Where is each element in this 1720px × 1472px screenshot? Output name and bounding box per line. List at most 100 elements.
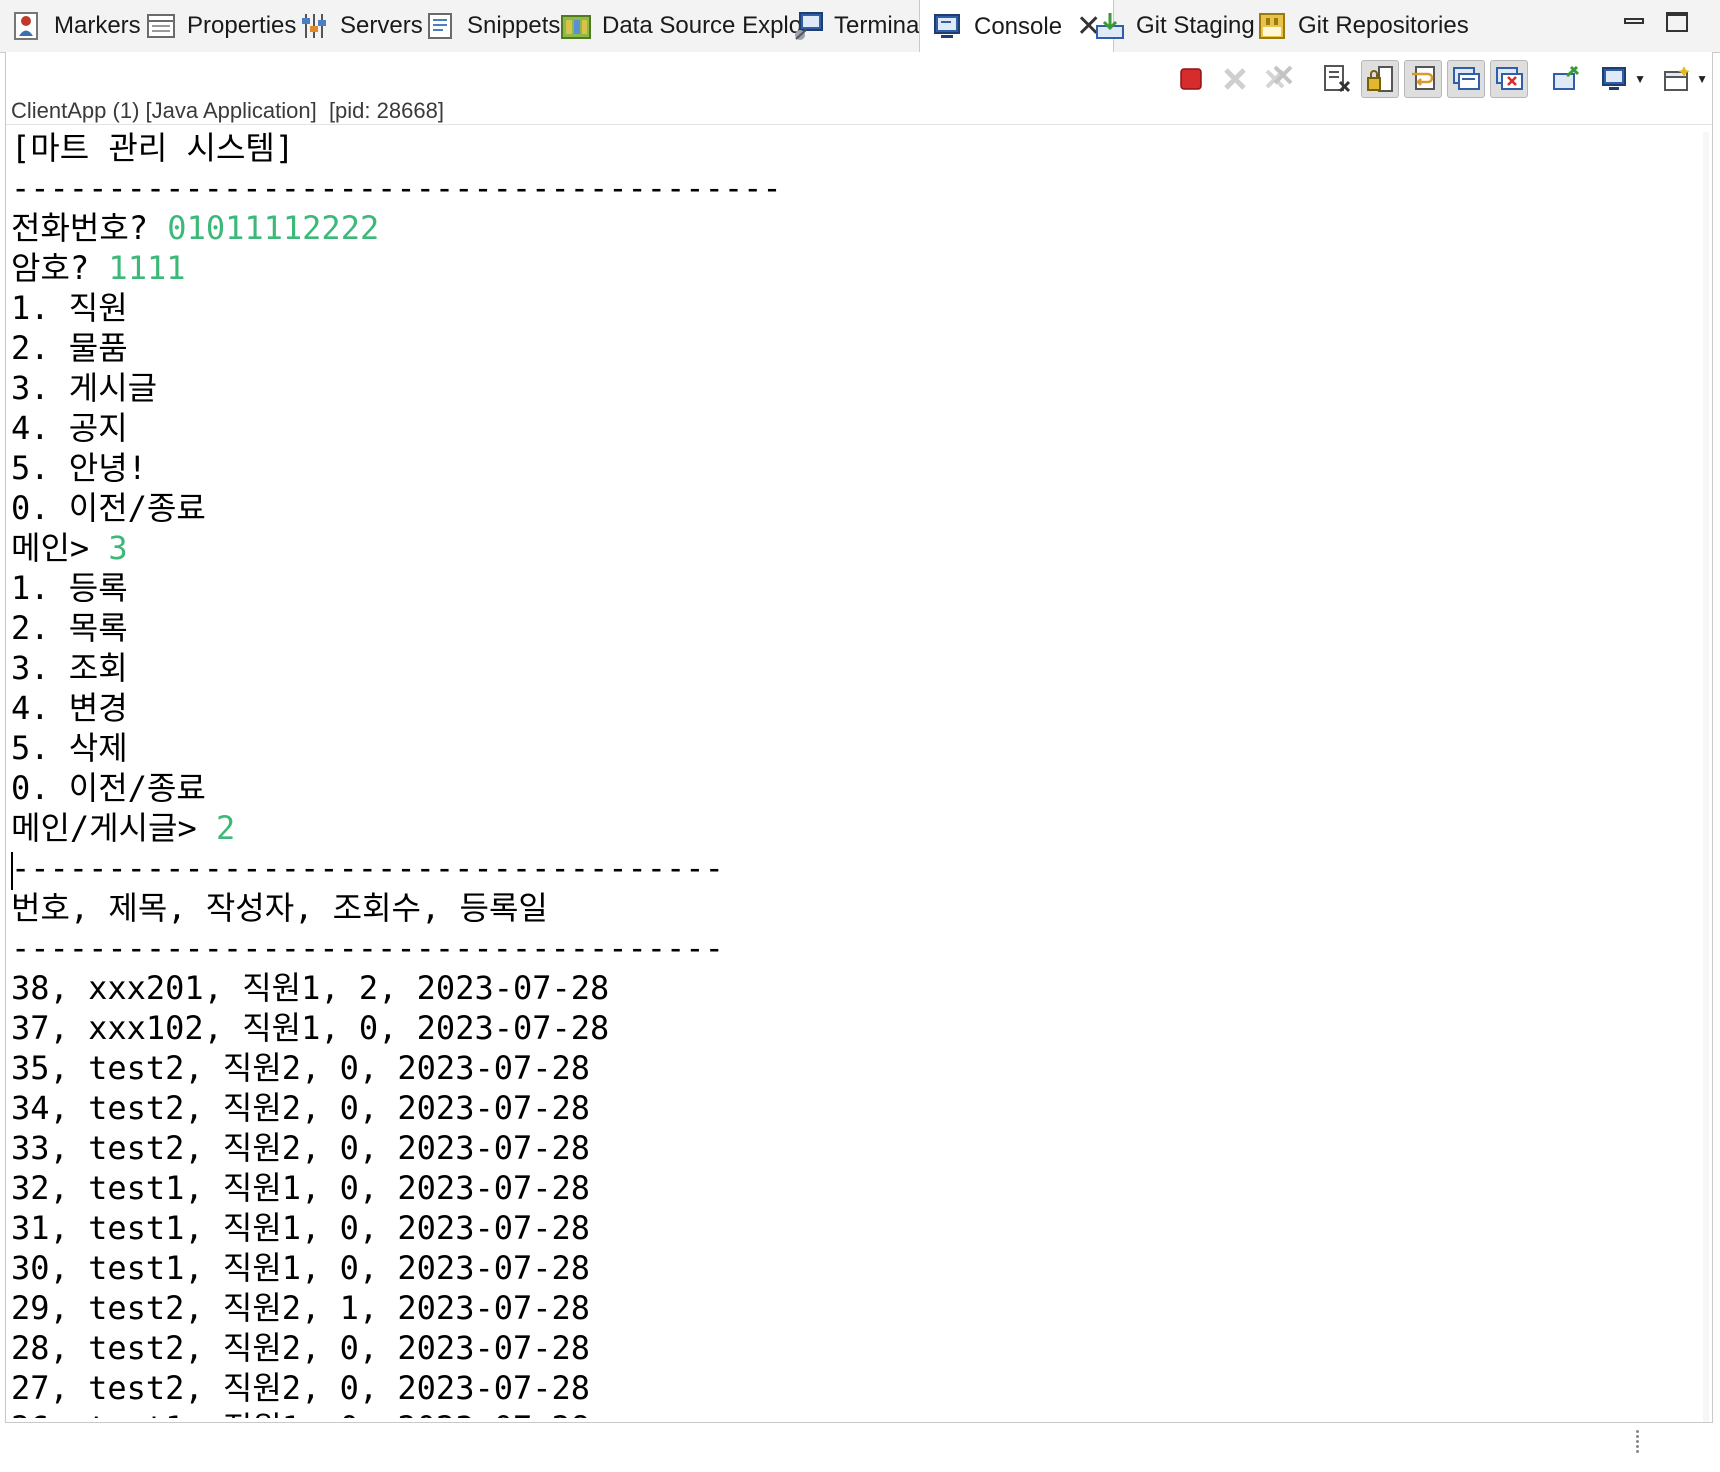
- console-text: 28, test2, 직원2, 0, 2023-07-28: [11, 1329, 591, 1367]
- console-text: 37, xxx102, 직원1, 0, 2023-07-28: [11, 1009, 610, 1047]
- console-text: 5. 안녕!: [11, 449, 147, 487]
- tab-properties[interactable]: Properties: [145, 0, 296, 52]
- chevron-down-icon[interactable]: ▼: [1696, 72, 1708, 86]
- data-source-explorer-icon: [560, 10, 592, 42]
- console-line: 3. 게시글: [11, 368, 1701, 408]
- console-text: 38, xxx201, 직원1, 2, 2023-07-28: [11, 969, 610, 1007]
- console-text: 2. 물품: [11, 329, 128, 367]
- tab-label: Git Repositories: [1298, 12, 1469, 39]
- console-line: 2. 목록: [11, 608, 1701, 648]
- show-console-on-stdout-button[interactable]: [1447, 60, 1485, 98]
- remove-launch-icon: [1224, 68, 1246, 90]
- pin-console-icon: [1553, 65, 1580, 90]
- console-line: 37, xxx102, 직원1, 0, 2023-07-28: [11, 1008, 1701, 1048]
- console-text: 5. 삭제: [11, 729, 128, 767]
- console-line: 0. 이전/종료: [11, 488, 1701, 528]
- terminal-icon: [792, 10, 824, 42]
- console-line: 32, test1, 직원1, 0, 2023-07-28: [11, 1168, 1701, 1208]
- view-tab-bar: Markers Properties Servers Snippets Data…: [0, 0, 1720, 53]
- console-text: 3. 게시글: [11, 369, 158, 407]
- show-console-on-stderr-button[interactable]: [1490, 60, 1528, 98]
- tab-snippets[interactable]: Snippets: [425, 0, 560, 52]
- remove-all-terminated-icon: [1265, 65, 1293, 89]
- vertical-scrollbar[interactable]: [1701, 132, 1711, 1422]
- console-text: 35, test2, 직원2, 0, 2023-07-28: [11, 1049, 591, 1087]
- show-console-on-stdout-icon: [1453, 67, 1480, 90]
- display-selected-console-icon: [1602, 67, 1626, 90]
- console-line: 3. 조회: [11, 648, 1701, 688]
- scroll-lock-icon: [1367, 66, 1393, 92]
- console-text: 31, test1, 직원1, 0, 2023-07-28: [11, 1209, 591, 1247]
- display-selected-console-button[interactable]: ▼: [1596, 60, 1646, 98]
- console-line: 4. 공지: [11, 408, 1701, 448]
- console-line: 38, xxx201, 직원1, 2, 2023-07-28: [11, 968, 1701, 1008]
- console-text: 4. 변경: [11, 689, 128, 727]
- tab-data-source-explorer[interactable]: Data Source Explo: [560, 0, 802, 52]
- console-text: -------------------------------------: [11, 929, 724, 967]
- scrollbar-thumb[interactable]: [1703, 132, 1709, 1422]
- console-line: [마트 관리 시스템]: [11, 128, 1701, 168]
- servers-icon: [298, 10, 330, 42]
- terminate-button[interactable]: [1172, 60, 1210, 98]
- open-console-button[interactable]: ▼: [1658, 60, 1708, 98]
- console-output[interactable]: [마트 관리 시스템] -----------------------------…: [11, 128, 1701, 1418]
- tab-git-repositories[interactable]: Git Repositories: [1256, 0, 1469, 52]
- console-line: 1. 등록: [11, 568, 1701, 608]
- console-text: 0. 이전/종료: [11, 489, 206, 527]
- console-line: 메인/게시글> 2: [11, 808, 1701, 848]
- minimize-icon[interactable]: [1622, 10, 1648, 36]
- resize-grip-icon[interactable]: [1634, 1428, 1640, 1458]
- console-line: 29, test2, 직원2, 1, 2023-07-28: [11, 1288, 1701, 1328]
- console-line: 27, test2, 직원2, 0, 2023-07-28: [11, 1368, 1701, 1408]
- clear-console-icon: [1324, 65, 1351, 93]
- tab-label: Servers: [340, 12, 423, 39]
- console-text: 2. 목록: [11, 609, 128, 647]
- tab-servers[interactable]: Servers: [298, 0, 423, 52]
- tab-label: Snippets: [467, 12, 561, 39]
- console-text: 4. 공지: [11, 409, 128, 447]
- git-repositories-icon: [1256, 10, 1288, 42]
- snippets-icon: [425, 10, 457, 42]
- clear-console-button[interactable]: [1318, 60, 1356, 98]
- console-line: 31, test1, 직원1, 0, 2023-07-28: [11, 1208, 1701, 1248]
- open-console-icon: [1664, 66, 1690, 91]
- console-line: -------------------------------------: [11, 928, 1701, 968]
- scroll-lock-button[interactable]: [1361, 60, 1399, 98]
- tab-console[interactable]: Console ✕: [919, 0, 1115, 53]
- chevron-down-icon[interactable]: ▼: [1634, 72, 1646, 86]
- tab-label: Markers: [54, 12, 141, 39]
- tab-terminal[interactable]: Terminal: [792, 0, 925, 52]
- console-line: -------------------------------------: [11, 848, 1701, 888]
- console-line: 5. 삭제: [11, 728, 1701, 768]
- console-line: 2. 물품: [11, 328, 1701, 368]
- console-text: 0. 이전/종료: [11, 769, 206, 807]
- git-staging-icon: [1094, 10, 1126, 42]
- console-text: 번호, 제목, 작성자, 조회수, 등록일: [11, 889, 548, 927]
- tab-label: Properties: [187, 12, 297, 39]
- user-input-text: 1111: [108, 249, 186, 287]
- tab-label: Data Source Explo: [602, 12, 803, 39]
- tab-git-staging[interactable]: Git Staging: [1094, 0, 1255, 52]
- console-text: 암호?: [11, 249, 109, 287]
- console-line: 28, test2, 직원2, 0, 2023-07-28: [11, 1328, 1701, 1368]
- console-text: 26, test1, 직원1, 0, 2023-07-28: [11, 1409, 590, 1418]
- console-text: 메인>: [11, 529, 109, 567]
- pin-console-button[interactable]: [1547, 60, 1585, 98]
- console-view: ▼ ▼ ClientApp (1) [Java Application] [pi…: [5, 52, 1713, 1423]
- console-line: 30, test1, 직원1, 0, 2023-07-28: [11, 1248, 1701, 1288]
- console-text: 34, test2, 직원2, 0, 2023-07-28: [11, 1089, 591, 1127]
- console-text: 27, test2, 직원2, 0, 2023-07-28: [11, 1369, 591, 1407]
- word-wrap-button[interactable]: [1404, 60, 1442, 98]
- tab-label: Console: [974, 12, 1063, 40]
- console-line: 5. 안녕!: [11, 448, 1701, 488]
- console-text: -------------------------------------: [11, 849, 724, 887]
- remove-launch-button[interactable]: [1216, 60, 1254, 98]
- console-line: ----------------------------------------: [11, 168, 1701, 208]
- console-text: 30, test1, 직원1, 0, 2023-07-28: [11, 1249, 591, 1287]
- show-console-on-stderr-icon: [1496, 67, 1523, 90]
- tab-label: Git Staging: [1136, 12, 1255, 39]
- maximize-icon[interactable]: [1664, 10, 1690, 36]
- console-text: 1. 등록: [11, 569, 128, 607]
- tab-markers[interactable]: Markers: [12, 0, 141, 52]
- remove-all-terminated-button[interactable]: [1260, 60, 1298, 98]
